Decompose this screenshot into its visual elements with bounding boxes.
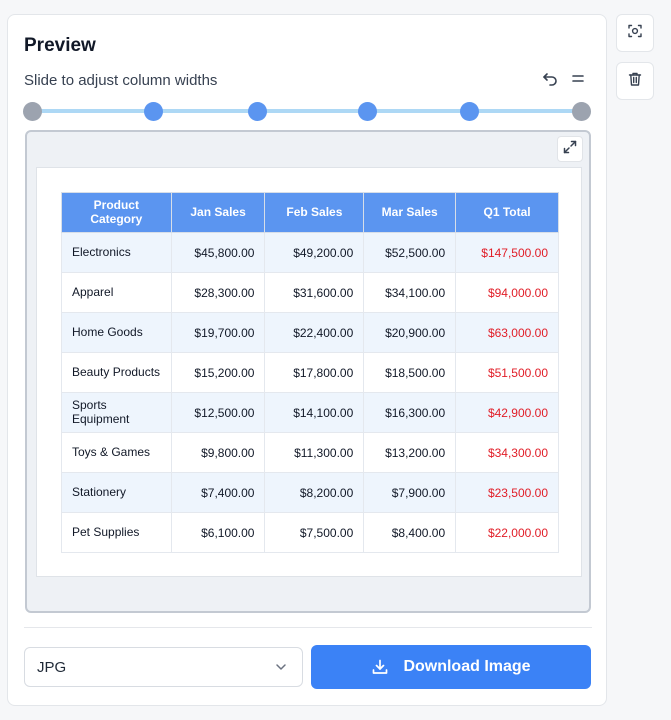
q1-total-cell: $147,500.00 [455,232,559,273]
q1-total-cell: $34,300.00 [455,432,559,473]
table-row: Beauty Products $15,200.00 $17,800.00 $1… [61,352,559,393]
column-header: Mar Sales [363,192,457,233]
trash-icon [627,71,643,92]
slider-handle-start[interactable] [23,102,42,121]
table-row: Apparel $28,300.00 $31,600.00 $34,100.00… [61,272,559,313]
screenshot-button[interactable] [616,14,654,52]
expand-button[interactable] [557,136,583,162]
category-cell: Sports Equipment [61,392,172,433]
q1-total-cell: $42,900.00 [455,392,559,433]
slider-handle-3[interactable] [358,102,377,121]
q1-total-cell: $63,000.00 [455,312,559,353]
table-row: Stationery $7,400.00 $8,200.00 $7,900.00… [61,472,559,513]
column-header: Feb Sales [264,192,365,233]
delete-button[interactable] [616,62,654,100]
slider-handle-2[interactable] [248,102,267,121]
mar-sales-cell: $13,200.00 [363,432,457,473]
jan-sales-cell: $6,100.00 [170,512,266,553]
column-header: Product Category [61,192,172,233]
preview-panel: Preview Slide to adjust column widths Pr… [7,14,607,706]
panel-subtitle: Slide to adjust column widths [24,72,218,89]
category-cell: Electronics [61,232,172,273]
slider-handle-4[interactable] [460,102,479,121]
menu-icon[interactable] [569,70,587,88]
download-button-label: Download Image [403,658,531,675]
panel-title: Preview [24,35,96,56]
column-width-slider[interactable] [23,94,591,130]
table-row: Electronics $45,800.00 $49,200.00 $52,50… [61,232,559,273]
category-cell: Stationery [61,472,172,513]
divider [24,627,592,628]
table-canvas: Product Category Jan Sales Feb Sales Mar… [36,167,582,577]
mar-sales-cell: $7,900.00 [363,472,457,513]
table-row: Sports Equipment $12,500.00 $14,100.00 $… [61,392,559,433]
jan-sales-cell: $45,800.00 [170,232,266,273]
table-header-row: Product Category Jan Sales Feb Sales Mar… [61,192,559,233]
category-cell: Home Goods [61,312,172,353]
feb-sales-cell: $14,100.00 [264,392,365,433]
jan-sales-cell: $15,200.00 [170,352,266,393]
download-icon [371,658,389,676]
jan-sales-cell: $9,800.00 [170,432,266,473]
mar-sales-cell: $16,300.00 [363,392,457,433]
mar-sales-cell: $18,500.00 [363,352,457,393]
category-cell: Pet Supplies [61,512,172,553]
jan-sales-cell: $7,400.00 [170,472,266,513]
jan-sales-cell: $28,300.00 [170,272,266,313]
feb-sales-cell: $31,600.00 [264,272,365,313]
jan-sales-cell: $19,700.00 [170,312,266,353]
screenshot-icon [627,23,643,44]
q1-total-cell: $23,500.00 [455,472,559,513]
feb-sales-cell: $49,200.00 [264,232,365,273]
column-header: Q1 Total [455,192,559,233]
column-header: Jan Sales [170,192,266,233]
table-row: Pet Supplies $6,100.00 $7,500.00 $8,400.… [61,512,559,553]
q1-total-cell: $51,500.00 [455,352,559,393]
slider-handle-end[interactable] [572,102,591,121]
mar-sales-cell: $8,400.00 [363,512,457,553]
feb-sales-cell: $8,200.00 [264,472,365,513]
category-cell: Beauty Products [61,352,172,393]
q1-total-cell: $22,000.00 [455,512,559,553]
feb-sales-cell: $11,300.00 [264,432,365,473]
q1-total-cell: $94,000.00 [455,272,559,313]
download-image-button[interactable]: Download Image [311,645,591,689]
sales-table: Product Category Jan Sales Feb Sales Mar… [61,192,559,553]
format-select[interactable]: JPG [24,647,303,687]
format-select-value: JPG [37,658,67,676]
mar-sales-cell: $34,100.00 [363,272,457,313]
jan-sales-cell: $12,500.00 [170,392,266,433]
mar-sales-cell: $52,500.00 [363,232,457,273]
expand-icon [563,140,577,159]
category-cell: Apparel [61,272,172,313]
table-row: Home Goods $19,700.00 $22,400.00 $20,900… [61,312,559,353]
feb-sales-cell: $22,400.00 [264,312,365,353]
feb-sales-cell: $7,500.00 [264,512,365,553]
preview-area: Product Category Jan Sales Feb Sales Mar… [25,130,591,613]
feb-sales-cell: $17,800.00 [264,352,365,393]
undo-icon[interactable] [541,70,559,88]
slider-track [33,109,577,113]
table-row: Toys & Games $9,800.00 $11,300.00 $13,20… [61,432,559,473]
category-cell: Toys & Games [61,432,172,473]
mar-sales-cell: $20,900.00 [363,312,457,353]
slider-handle-1[interactable] [144,102,163,121]
chevron-down-icon [274,660,288,678]
